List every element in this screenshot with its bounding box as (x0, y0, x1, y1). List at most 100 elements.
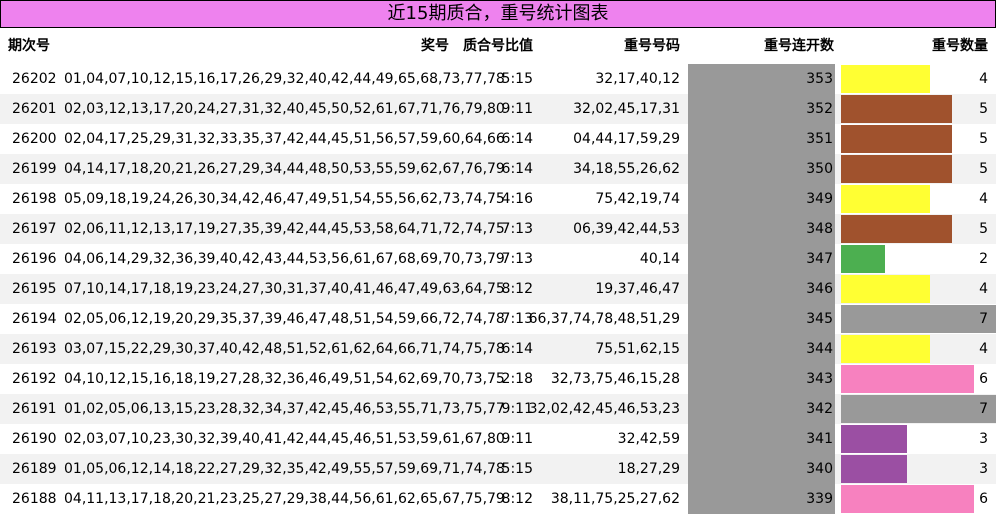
numbers-cell: 04,14,17,18,20,21,26,27,29,34,44,48,50,5… (64, 161, 505, 177)
numbers-cell: 01,02,05,06,13,15,23,28,32,34,37,42,45,4… (64, 401, 505, 417)
table-header: 期次号 奖号 质合号比值 重号号码 重号连开数 重号数量 (0, 28, 996, 64)
table-row: 26199 04,14,17,18,20,21,26,27,29,34,44,48… (0, 154, 996, 184)
count-bar (841, 125, 952, 153)
count-value: 4 (979, 191, 988, 207)
table-row: 26197 02,06,11,12,13,17,19,27,35,39,42,44… (0, 214, 996, 244)
header-run: 重号连开数 (764, 38, 834, 54)
period-cell: 26194 (12, 311, 57, 327)
run-value: 345 (806, 311, 833, 327)
run-bar: 347 (688, 244, 835, 274)
ratio-cell: 8:12 (501, 491, 533, 507)
table-row: 26201 02,03,12,13,17,20,24,27,31,32,40,45… (0, 94, 996, 124)
run-value: 346 (806, 281, 833, 297)
run-bar: 348 (688, 214, 835, 244)
count-value: 5 (979, 101, 988, 117)
count-value: 7 (979, 311, 988, 327)
header-count: 重号数量 (932, 38, 988, 54)
run-value: 350 (806, 161, 833, 177)
count-value: 5 (979, 131, 988, 147)
repeat-cell: 66,37,74,78,48,51,29 (528, 311, 680, 327)
run-bar: 339 (688, 484, 835, 514)
repeat-cell: 75,51,62,15 (595, 341, 680, 357)
ratio-cell: 8:12 (501, 281, 533, 297)
run-value: 342 (806, 401, 833, 417)
run-bar: 343 (688, 364, 835, 394)
count-value: 3 (979, 431, 988, 447)
repeat-cell: 19,37,46,47 (595, 281, 680, 297)
repeat-cell: 32,02,45,17,31 (573, 101, 680, 117)
count-value: 6 (979, 491, 988, 507)
period-cell: 26196 (12, 251, 57, 267)
numbers-cell: 05,09,18,19,24,26,30,34,42,46,47,49,51,5… (64, 191, 505, 207)
chart-title: 近15期质合，重号统计图表 (0, 0, 996, 28)
period-cell: 26191 (12, 401, 57, 417)
numbers-cell: 02,03,12,13,17,20,24,27,31,32,40,45,50,5… (64, 101, 505, 117)
header-numbers: 奖号 (421, 38, 449, 54)
repeat-cell: 38,11,75,25,27,62 (550, 491, 680, 507)
run-bar: 345 (688, 304, 835, 334)
period-cell: 26192 (12, 371, 57, 387)
repeat-cell: 18,27,29 (617, 461, 680, 477)
count-value: 5 (979, 221, 988, 237)
repeat-cell: 34,18,55,26,62 (573, 161, 680, 177)
run-bar: 344 (688, 334, 835, 364)
period-cell: 26199 (12, 161, 57, 177)
ratio-cell: 4:16 (501, 191, 533, 207)
run-value: 352 (806, 101, 833, 117)
run-bar: 342 (688, 394, 835, 424)
table-row: 26190 02,03,07,10,23,30,32,39,40,41,42,44… (0, 424, 996, 454)
period-cell: 26188 (12, 491, 57, 507)
run-value: 340 (806, 461, 833, 477)
repeat-cell: 32,42,59 (617, 431, 680, 447)
period-cell: 26195 (12, 281, 57, 297)
table-row: 26193 03,07,15,22,29,30,37,40,42,48,51,52… (0, 334, 996, 364)
numbers-cell: 04,06,14,29,32,36,39,40,42,43,44,53,56,6… (64, 251, 505, 267)
ratio-cell: 2:18 (501, 371, 533, 387)
count-value: 4 (979, 341, 988, 357)
table-row: 26200 02,04,17,25,29,31,32,33,35,37,42,44… (0, 124, 996, 154)
run-bar: 341 (688, 424, 835, 454)
run-value: 343 (806, 371, 833, 387)
run-value: 341 (806, 431, 833, 447)
run-bar: 340 (688, 454, 835, 484)
numbers-cell: 04,10,12,15,16,18,19,27,28,32,36,46,49,5… (64, 371, 505, 387)
count-bar (841, 275, 930, 303)
count-value: 7 (979, 401, 988, 417)
run-bar: 350 (688, 154, 835, 184)
numbers-cell: 04,11,13,17,18,20,21,23,25,27,29,38,44,5… (64, 491, 505, 507)
period-cell: 26189 (12, 461, 57, 477)
table-row: 26191 01,02,05,06,13,15,23,28,32,34,37,42… (0, 394, 996, 424)
count-value: 5 (979, 161, 988, 177)
repeat-cell: 32,73,75,46,15,28 (550, 371, 680, 387)
ratio-cell: 5:15 (501, 71, 533, 87)
table-row: 26194 02,05,06,12,19,20,29,35,37,39,46,47… (0, 304, 996, 334)
header-ratio: 质合号比值 (463, 38, 533, 54)
repeat-cell: 75,42,19,74 (595, 191, 680, 207)
table-row: 26198 05,09,18,19,24,26,30,34,42,46,47,49… (0, 184, 996, 214)
period-cell: 26193 (12, 341, 57, 357)
run-value: 348 (806, 221, 833, 237)
period-cell: 26201 (12, 101, 57, 117)
count-bar (841, 215, 952, 243)
ratio-cell: 7:13 (501, 221, 533, 237)
period-cell: 26198 (12, 191, 57, 207)
count-bar (841, 395, 996, 423)
ratio-cell: 5:15 (501, 461, 533, 477)
run-value: 349 (806, 191, 833, 207)
table-row: 26196 04,06,14,29,32,36,39,40,42,43,44,53… (0, 244, 996, 274)
run-value: 339 (806, 491, 833, 507)
numbers-cell: 03,07,15,22,29,30,37,40,42,48,51,52,61,6… (64, 341, 505, 357)
table-row: 26195 07,10,14,17,18,19,23,24,27,30,31,37… (0, 274, 996, 304)
count-bar (841, 485, 974, 513)
run-bar: 346 (688, 274, 835, 304)
count-bar (841, 95, 952, 123)
period-cell: 26202 (12, 71, 57, 87)
period-cell: 26197 (12, 221, 57, 237)
repeat-cell: 32,17,40,12 (595, 71, 680, 87)
numbers-cell: 02,06,11,12,13,17,19,27,35,39,42,44,45,5… (64, 221, 505, 237)
repeat-cell: 06,39,42,44,53 (573, 221, 680, 237)
run-bar: 349 (688, 184, 835, 214)
count-bar (841, 335, 930, 363)
run-bar: 352 (688, 94, 835, 124)
ratio-cell: 6:14 (501, 131, 533, 147)
